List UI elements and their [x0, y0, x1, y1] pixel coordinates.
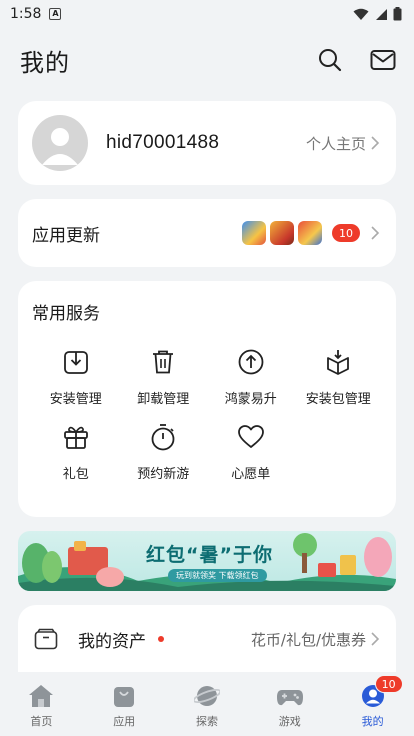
service-label: 安装包管理: [305, 392, 371, 407]
avatar[interactable]: [32, 115, 88, 171]
banner-subtitle: 玩到就领奖 下载领红包: [168, 569, 267, 582]
chevron-right-icon: [371, 136, 380, 150]
service-wishlist[interactable]: 心愿单: [207, 421, 295, 482]
planet-icon: [193, 686, 220, 706]
wallet-box-icon: [34, 628, 58, 650]
personal-homepage-link[interactable]: 个人主页: [306, 133, 380, 154]
nav-label: 我的: [361, 715, 384, 728]
service-harmony-upgrade[interactable]: 鸿蒙易升: [207, 346, 295, 407]
service-label: 安装管理: [49, 392, 102, 407]
service-install-manage[interactable]: 安装管理: [32, 346, 120, 407]
status-time: 1:58: [10, 6, 42, 22]
my-assets-row[interactable]: 我的资产 花币/礼包/优惠券: [18, 605, 396, 673]
update-count-badge: 10: [332, 224, 360, 242]
heart-icon: [237, 425, 264, 448]
nav-label: 探索: [195, 715, 218, 728]
nav-label: 应用: [113, 715, 136, 728]
bottom-nav: 首页 应用 探索 游戏 10 我的: [0, 672, 414, 736]
nav-home[interactable]: 首页: [0, 672, 83, 736]
service-gift[interactable]: 礼包: [32, 421, 120, 482]
services-heading: 常用服务: [32, 304, 100, 324]
page-title: 我的: [20, 48, 70, 77]
mail-icon[interactable]: [370, 49, 396, 71]
gift-icon: [63, 426, 88, 449]
my-assets-label: 我的资产: [78, 631, 146, 652]
service-label: 预约新游: [137, 467, 190, 482]
nav-label: 首页: [30, 715, 53, 728]
default-avatar-icon: [42, 128, 78, 165]
chevron-right-icon: [371, 226, 380, 240]
status-icons: [353, 7, 402, 21]
banner-title: 红包“暑”于你: [146, 544, 273, 566]
service-label: 礼包: [62, 467, 89, 482]
notification-icon: A: [49, 8, 62, 20]
upgrade-arrow-icon: [238, 349, 264, 375]
gamepad-icon: [276, 690, 303, 706]
battery-icon: [393, 7, 402, 21]
assets-detail-text: 花币/礼包/优惠券: [250, 630, 366, 649]
app-thumbnail-icon: [298, 221, 322, 245]
new-indicator-dot: [158, 636, 164, 642]
app-thumbnail-icon: [270, 221, 294, 245]
nav-explore[interactable]: 探索: [166, 672, 249, 736]
status-bar: 1:58 A: [0, 0, 414, 28]
username: hid70001488: [106, 132, 220, 153]
nav-mine-badge: 10: [374, 675, 403, 693]
app-updates-row[interactable]: 应用更新 10: [18, 199, 396, 267]
search-icon[interactable]: [318, 48, 342, 72]
app-thumbnail-icon: [242, 221, 266, 245]
service-package-manage[interactable]: 安装包管理: [295, 346, 383, 407]
promo-banner[interactable]: 红包“暑”于你 玩到就领奖 下载领红包: [18, 531, 396, 591]
service-label: 鸿蒙易升: [224, 392, 277, 407]
profile-card[interactable]: hid70001488 个人主页: [18, 101, 396, 185]
install-manage-icon: [63, 351, 88, 374]
service-label: 卸载管理: [137, 392, 190, 407]
stopwatch-icon: [151, 424, 175, 451]
common-services-card: 常用服务 安装管理 卸载管理 鸿蒙易升 安装包管理 礼包 预约新游 心愿单: [18, 281, 396, 517]
service-reserve-games[interactable]: 预约新游: [120, 421, 208, 482]
signal-icon: [376, 8, 387, 20]
home-icon: [29, 685, 54, 707]
shopping-bag-icon: [114, 687, 135, 707]
trash-icon: [153, 350, 174, 374]
nav-apps[interactable]: 应用: [83, 672, 166, 736]
personal-homepage-label: 个人主页: [305, 134, 366, 153]
service-label: 心愿单: [231, 467, 271, 482]
package-box-icon: [327, 350, 350, 375]
nav-games[interactable]: 游戏: [248, 672, 331, 736]
app-updates-label: 应用更新: [32, 225, 100, 246]
nav-label: 游戏: [278, 715, 301, 728]
page-header: 我的: [0, 28, 414, 92]
chevron-right-icon: [371, 632, 380, 646]
wifi-icon: [353, 8, 369, 20]
service-uninstall-manage[interactable]: 卸载管理: [120, 346, 208, 407]
nav-mine[interactable]: 10 我的: [331, 672, 414, 736]
